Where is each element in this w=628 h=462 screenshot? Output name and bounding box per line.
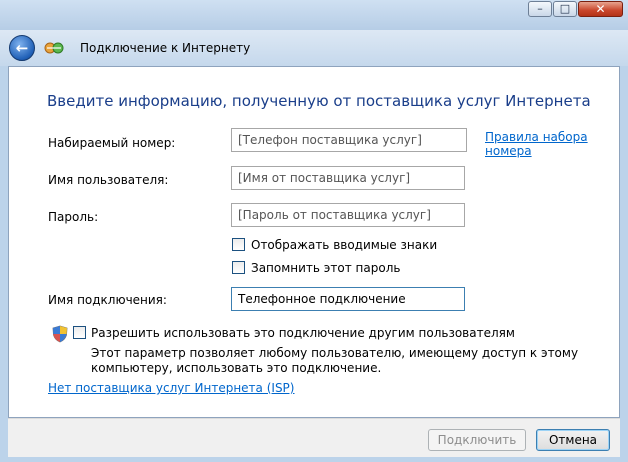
page-heading: Введите информацию, полученную от постав… <box>47 92 591 110</box>
allow-others-note: Этот параметр позволяет любому пользоват… <box>91 346 578 376</box>
connection-name-input[interactable]: Телефонное подключение <box>231 287 465 311</box>
uac-shield-icon <box>52 325 68 343</box>
dialing-rules-link-line1: Правила набора <box>485 130 588 144</box>
dialing-rules-link-line2: номера <box>485 144 532 158</box>
back-arrow-icon: ← <box>15 39 29 57</box>
show-chars-label: Отображать вводимые знаки <box>251 238 438 252</box>
allow-note-line1: Этот параметр позволяет любому пользоват… <box>91 346 579 360</box>
close-button[interactable]: ✕ <box>578 1 623 17</box>
password-label: Пароль: <box>48 210 99 224</box>
cancel-button[interactable]: Отмена <box>536 429 610 451</box>
allow-others-label: Разрешить использовать это подключение д… <box>91 326 515 340</box>
title-bar: – □ ✕ <box>0 0 628 30</box>
close-icon: ✕ <box>595 2 606 16</box>
navigation-bar: ← Подключение к Интернету <box>0 30 628 66</box>
button-bar: Подключить Отмена <box>8 418 620 457</box>
minimize-icon: – <box>537 2 543 15</box>
allow-others-checkbox[interactable] <box>73 326 86 339</box>
network-connection-icon <box>44 42 64 54</box>
username-input[interactable]: [Имя от поставщика услуг] <box>231 166 465 190</box>
connect-button[interactable]: Подключить <box>428 429 526 451</box>
dialing-rules-link[interactable]: Правила набора номера <box>485 130 588 158</box>
phone-input[interactable]: [Телефон поставщика услуг] <box>231 128 467 152</box>
remember-password-label: Запомнить этот пароль <box>251 261 401 275</box>
maximize-icon: □ <box>559 2 571 15</box>
phone-label: Набираемый номер: <box>48 136 176 150</box>
back-button[interactable]: ← <box>9 35 35 61</box>
wizard-content: Введите информацию, полученную от постав… <box>8 66 620 418</box>
username-label: Имя пользователя: <box>48 173 169 187</box>
show-chars-checkbox[interactable] <box>232 238 245 251</box>
password-input[interactable]: [Пароль от поставщика услуг] <box>231 203 465 227</box>
wizard-title: Подключение к Интернету <box>80 41 251 55</box>
maximize-button[interactable]: □ <box>553 1 577 17</box>
remember-password-checkbox[interactable] <box>232 261 245 274</box>
connection-name-label: Имя подключения: <box>48 293 167 307</box>
no-isp-link[interactable]: Нет поставщика услуг Интернета (ISP) <box>48 381 294 395</box>
allow-note-line2: компьютеру, использовать это подключение… <box>91 361 382 375</box>
minimize-button[interactable]: – <box>528 1 552 17</box>
wizard-window: – □ ✕ ← Подключение к Интернету Введите … <box>0 0 628 462</box>
